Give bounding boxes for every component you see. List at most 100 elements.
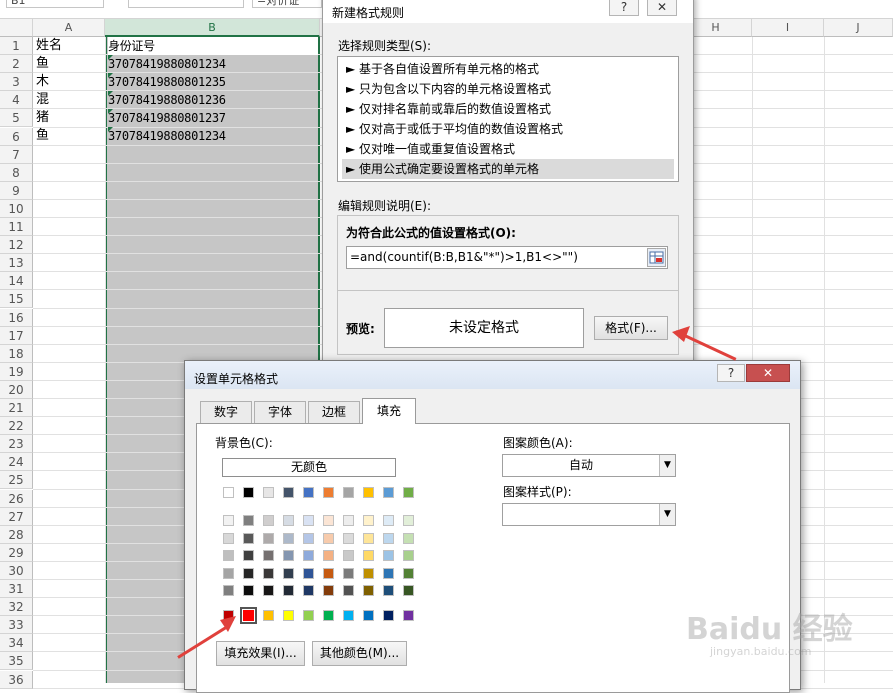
- theme-tint-swatch[interactable]: [283, 515, 294, 526]
- row-header[interactable]: 7: [0, 145, 33, 164]
- theme-tint-swatch[interactable]: [223, 567, 234, 579]
- theme-tint-swatch[interactable]: [223, 532, 234, 544]
- row-header[interactable]: 23: [0, 435, 33, 454]
- pattern-color-select[interactable]: 自动 ▼: [502, 454, 676, 477]
- tab-border[interactable]: 边框: [308, 401, 360, 423]
- row-header[interactable]: 4: [0, 91, 33, 110]
- row-header[interactable]: 3: [0, 73, 33, 92]
- standard-color-swatch[interactable]: [283, 610, 294, 621]
- row-header[interactable]: 10: [0, 199, 33, 218]
- row-header[interactable]: 11: [0, 218, 33, 236]
- theme-tint-swatch[interactable]: [243, 585, 254, 596]
- theme-color-swatch[interactable]: [283, 487, 294, 498]
- standard-color-swatch[interactable]: [323, 610, 334, 621]
- row-header[interactable]: 33: [0, 616, 33, 635]
- theme-tint-swatch[interactable]: [323, 567, 334, 579]
- formula-bar[interactable]: =对价证: [252, 0, 322, 8]
- theme-tint-swatch[interactable]: [403, 515, 414, 526]
- fill-effects-button[interactable]: 填充效果(I)...: [216, 641, 305, 666]
- row-header[interactable]: 18: [0, 344, 33, 363]
- row-header[interactable]: 5: [0, 109, 33, 128]
- rule-type-item[interactable]: ► 基于各自值设置所有单元格的格式: [342, 59, 674, 79]
- column-header-j[interactable]: J: [824, 19, 893, 37]
- theme-tint-swatch[interactable]: [323, 515, 334, 526]
- theme-tint-swatch[interactable]: [323, 585, 334, 596]
- rule-type-item[interactable]: ► 仅对排名靠前或靠后的数值设置格式: [342, 99, 674, 119]
- cell-b6[interactable]: 37078419880801234: [108, 127, 226, 145]
- row-header[interactable]: 17: [0, 326, 33, 345]
- standard-color-swatch[interactable]: [303, 610, 314, 621]
- theme-tint-swatch[interactable]: [383, 585, 394, 596]
- rule-type-item-selected[interactable]: ► 使用公式确定要设置格式的单元格: [342, 159, 674, 179]
- theme-tint-swatch[interactable]: [383, 532, 394, 544]
- theme-tint-swatch[interactable]: [283, 532, 294, 544]
- cell-a2[interactable]: 鱼: [36, 55, 49, 73]
- standard-color-swatch[interactable]: [363, 610, 374, 621]
- close-button[interactable]: ✕: [746, 364, 790, 382]
- row-header[interactable]: 12: [0, 236, 33, 255]
- theme-tint-swatch[interactable]: [303, 550, 314, 561]
- theme-tint-swatch[interactable]: [223, 585, 234, 596]
- column-header-a[interactable]: A: [33, 19, 105, 37]
- column-header-b[interactable]: B: [105, 19, 320, 37]
- rule-type-list[interactable]: ► 基于各自值设置所有单元格的格式 ► 只为包含以下内容的单元格设置格式 ► 仅…: [337, 56, 679, 182]
- standard-color-swatch[interactable]: [403, 610, 414, 621]
- row-header[interactable]: 24: [0, 453, 33, 472]
- theme-tint-swatch[interactable]: [263, 567, 274, 579]
- cell-b2[interactable]: 37078419880801234: [108, 55, 226, 73]
- theme-tint-swatch[interactable]: [403, 550, 414, 561]
- row-header[interactable]: 34: [0, 634, 33, 653]
- theme-color-swatch[interactable]: [223, 487, 234, 498]
- row-header[interactable]: 31: [0, 580, 33, 598]
- close-button[interactable]: ✕: [647, 0, 677, 16]
- row-header[interactable]: 1: [0, 37, 33, 55]
- help-button[interactable]: ?: [717, 364, 745, 382]
- row-header[interactable]: 9: [0, 181, 33, 200]
- row-header[interactable]: 16: [0, 308, 33, 327]
- row-header[interactable]: 22: [0, 417, 33, 436]
- row-header[interactable]: 21: [0, 399, 33, 417]
- theme-color-swatch[interactable]: [323, 487, 334, 498]
- formula-input[interactable]: =and(countif(B:B,B1&"*")>1,B1<>""): [346, 246, 668, 269]
- theme-tint-swatch[interactable]: [383, 550, 394, 561]
- theme-color-swatch[interactable]: [243, 487, 254, 498]
- row-header[interactable]: 30: [0, 561, 33, 580]
- range-picker-icon[interactable]: [647, 248, 666, 267]
- theme-tint-swatch[interactable]: [403, 567, 414, 579]
- row-header[interactable]: 20: [0, 380, 33, 399]
- theme-color-swatch[interactable]: [383, 487, 394, 498]
- theme-tint-swatch[interactable]: [303, 585, 314, 596]
- row-header[interactable]: 26: [0, 489, 33, 508]
- row-header[interactable]: 29: [0, 543, 33, 562]
- theme-tint-swatch[interactable]: [283, 567, 294, 579]
- theme-tint-swatch[interactable]: [303, 515, 314, 526]
- cell-a4[interactable]: 混: [36, 91, 49, 109]
- tab-fill[interactable]: 填充: [362, 398, 416, 424]
- theme-color-swatch[interactable]: [263, 487, 274, 498]
- theme-tint-swatch[interactable]: [343, 585, 354, 596]
- row-header[interactable]: 8: [0, 163, 33, 182]
- theme-tint-swatch[interactable]: [323, 550, 334, 561]
- theme-tint-swatch[interactable]: [243, 550, 254, 561]
- theme-color-swatch[interactable]: [403, 487, 414, 498]
- cell-b3[interactable]: 37078419880801235: [108, 73, 226, 91]
- theme-tint-swatch[interactable]: [403, 585, 414, 596]
- row-header[interactable]: 35: [0, 652, 33, 671]
- name-box[interactable]: B1: [6, 0, 104, 8]
- theme-tint-swatch[interactable]: [243, 532, 254, 544]
- standard-color-swatch[interactable]: [343, 610, 354, 621]
- theme-tint-swatch[interactable]: [343, 532, 354, 544]
- row-header[interactable]: 32: [0, 598, 33, 617]
- row-header[interactable]: 36: [0, 670, 33, 689]
- theme-tint-swatch[interactable]: [303, 532, 314, 544]
- tab-font[interactable]: 字体: [254, 401, 306, 423]
- theme-tint-swatch[interactable]: [363, 515, 374, 526]
- theme-tint-swatch[interactable]: [263, 532, 274, 544]
- cell-a5[interactable]: 猪: [36, 109, 49, 127]
- theme-color-swatch[interactable]: [303, 487, 314, 498]
- theme-tint-swatch[interactable]: [283, 585, 294, 596]
- row-header[interactable]: 19: [0, 362, 33, 381]
- cell-a1[interactable]: 姓名: [36, 37, 62, 55]
- theme-tint-swatch[interactable]: [283, 550, 294, 561]
- theme-tint-swatch[interactable]: [363, 550, 374, 561]
